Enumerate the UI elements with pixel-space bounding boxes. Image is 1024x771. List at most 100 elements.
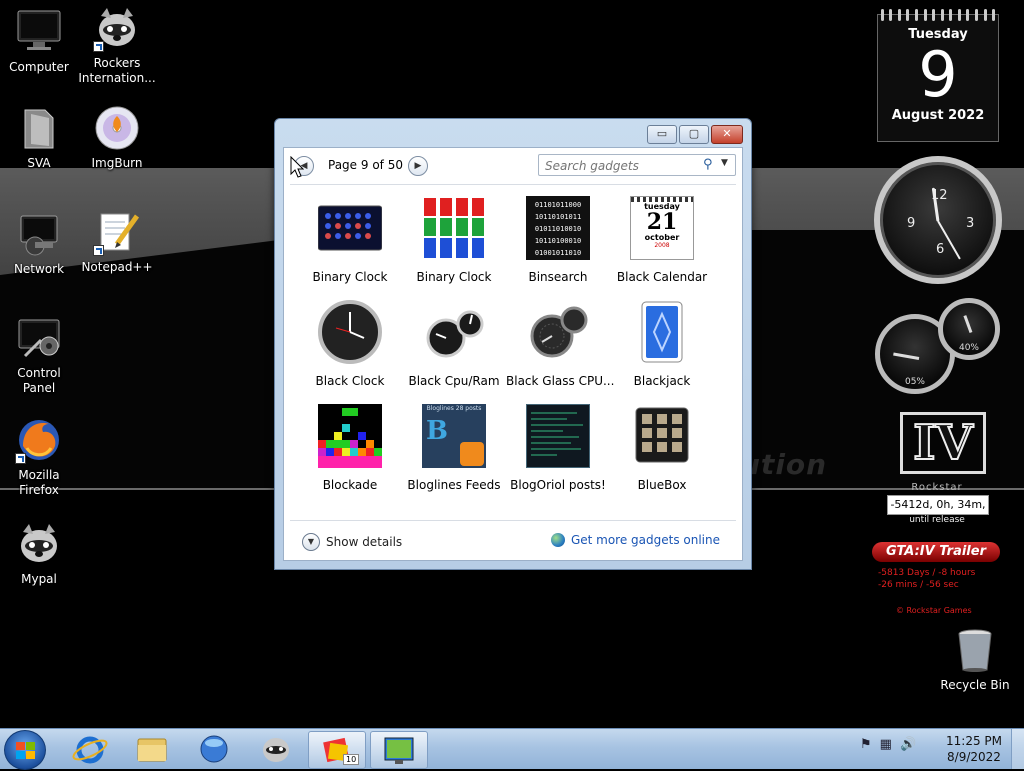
minimize-button[interactable]: ▭ — [647, 125, 677, 144]
desktop-icon-sva[interactable]: SVA — [0, 104, 78, 171]
volume-icon[interactable]: 🔊 — [900, 737, 916, 752]
control-panel-icon — [15, 314, 63, 362]
calendar-thumb-num: 21 — [646, 209, 678, 235]
recycle-bin-icon — [951, 626, 999, 674]
show-details-button[interactable]: ▼ Show details — [302, 533, 402, 551]
disc-burn-icon — [93, 104, 141, 152]
desktop-icon-imgburn[interactable]: ImgBurn — [78, 104, 156, 171]
notepad-icon — [93, 208, 141, 256]
desktop-icon-label: ImgBurn — [91, 156, 143, 170]
gadget-tile[interactable]: Bloglines 28 posts B Bloglines Feeds — [402, 404, 506, 504]
desktop-icon-label: Mypal — [21, 572, 57, 586]
gadget-tile[interactable]: BlueBox — [610, 404, 714, 504]
desktop-icon-label: Mozilla Firefox — [18, 468, 60, 497]
bloglines-b-icon: B — [426, 416, 448, 446]
taskbar-gadgets[interactable] — [370, 731, 428, 769]
system-tray: ⚑ ▦ 🔊 — [860, 737, 916, 752]
gadget-tile[interactable]: 01101011000 10110101011 01011010010 1011… — [506, 196, 610, 296]
search-icon[interactable]: ⚲ — [703, 157, 713, 172]
gadget-label: Binsearch — [528, 270, 588, 284]
desktop-icon-label: Rockers Internation... — [78, 56, 156, 85]
desktop-icon-recycle-bin[interactable]: Recycle Bin — [936, 626, 1014, 693]
taskbar: 10 ⚑ ▦ 🔊 11:25 PM 8/9/2022 — [0, 728, 1024, 770]
gadget-label: Blockade — [322, 478, 378, 492]
get-more-gadgets-link[interactable]: Get more gadgets online — [550, 533, 720, 547]
search-gadgets-input[interactable] — [543, 156, 697, 175]
gadgets-icon — [384, 737, 414, 764]
raccoon-icon — [15, 520, 63, 568]
gadget-label: Black Glass CPU... — [506, 374, 615, 388]
desktop-icon-computer[interactable]: Computer — [0, 8, 78, 75]
taskbar-clock[interactable]: 11:25 PM 8/9/2022 — [938, 733, 1010, 765]
gallery-bottom-bar: ▼ Show details Get more gadgets online — [284, 520, 742, 560]
page-indicator: Page 9 of 50 — [328, 158, 403, 172]
gadget-tile[interactable]: BlogOriol posts! — [506, 404, 610, 504]
desktop-icon-control-panel[interactable]: Control Panel — [0, 314, 78, 396]
mouse-cursor-icon — [290, 156, 304, 178]
desktop-icon-notepadpp[interactable]: Notepad++ — [78, 208, 156, 275]
gta-trailer-button[interactable]: GTA:IV Trailer — [872, 542, 1000, 562]
chevron-right-icon: ▶ — [414, 161, 422, 171]
internet-explorer-icon — [72, 736, 108, 764]
cpu-percent: 05% — [904, 377, 925, 387]
raccoon-icon — [93, 4, 141, 52]
desktop-icon-label: Control Panel — [17, 366, 61, 395]
gta-iv-logo[interactable]: IV — [900, 412, 986, 474]
binsearch-digits: 10110100010 — [534, 237, 582, 245]
close-button[interactable]: ✕ — [711, 125, 743, 144]
chevron-down-icon[interactable]: ▼ — [721, 158, 728, 168]
taskbar-mypal[interactable] — [248, 731, 304, 767]
binsearch-digits: 01001011010 — [534, 249, 582, 257]
blockade-thumbnail — [318, 404, 382, 468]
taskbar-time: 11:25 PM — [946, 734, 1002, 748]
gadget-tile[interactable]: Black Clock — [298, 300, 402, 400]
shortcut-arrow-icon — [15, 453, 26, 464]
desktop-icon-mypal[interactable]: Mypal — [0, 520, 78, 587]
taskbar-app-pinned[interactable]: 10 — [308, 731, 366, 769]
gta-brand: Rockstar — [911, 482, 963, 493]
blogoriol-thumbnail — [526, 404, 590, 468]
gadget-label: Binary Clock — [312, 270, 388, 284]
gadget-tile[interactable]: Black Glass CPU... — [506, 300, 615, 400]
desktop-icon-label: Notepad++ — [81, 260, 153, 274]
gadget-tile[interactable]: Black Cpu/Ram — [402, 300, 506, 400]
desktop-icon-network[interactable]: Network — [0, 210, 78, 277]
start-button[interactable] — [4, 730, 46, 770]
next-page-button[interactable]: ▶ — [408, 156, 428, 176]
taskbar-media[interactable] — [186, 731, 242, 767]
taskbar-explorer[interactable] — [124, 731, 180, 767]
maximize-button[interactable]: ▢ — [679, 125, 709, 144]
glass-cpu-thumbnail — [526, 300, 590, 364]
gadget-tile[interactable]: Binary Clock — [298, 196, 402, 296]
blackjack-thumbnail — [630, 300, 694, 364]
search-gadgets-box[interactable]: ⚲ ▼ — [538, 154, 736, 176]
gadget-tile[interactable]: Blackjack — [610, 300, 714, 400]
gadget-label: Binary Clock — [416, 270, 492, 284]
calendar-month-year: August 2022 — [891, 108, 985, 123]
desktop-icon-firefox[interactable]: Mozilla Firefox — [0, 416, 78, 498]
black-clock-thumbnail — [318, 300, 382, 364]
show-desktop-button[interactable] — [1011, 729, 1024, 769]
binsearch-digits: 01101011000 — [534, 201, 582, 209]
calendar-thumbnail: tuesday 21 october 2008 — [630, 196, 694, 260]
show-details-label: Show details — [326, 535, 403, 549]
clock-number-6: 6 — [936, 242, 945, 257]
desktop-icon-label: SVA — [27, 156, 51, 170]
gadget-tile[interactable]: tuesday 21 october 2008 Black Calendar — [610, 196, 714, 296]
taskbar-internet-explorer[interactable] — [62, 731, 118, 767]
gta-countdown: -5412d, 0h, 34m, 4s — [887, 495, 989, 529]
gadget-gallery-window[interactable]: ▭ ▢ ✕ ◀ Page 9 of 50 ▶ ⚲ ▼ — [274, 118, 752, 570]
ram-meter-gadget[interactable]: 40% — [938, 298, 1000, 360]
wallpaper-text: ution — [740, 448, 828, 481]
desktop-icon-rockers[interactable]: Rockers Internation... — [78, 4, 156, 86]
calendar-thumb-year: 2008 — [654, 242, 670, 249]
network-status-icon[interactable]: ▦ — [880, 737, 892, 752]
clock-gadget[interactable]: 12 3 6 9 — [874, 156, 1002, 284]
gadget-label: Black Cpu/Ram — [408, 374, 500, 388]
action-center-flag-icon[interactable]: ⚑ — [860, 737, 872, 752]
gadget-tile[interactable]: Blockade — [298, 404, 402, 504]
ram-needle — [963, 315, 973, 334]
clock-number-9: 9 — [907, 216, 916, 231]
gadget-tile[interactable]: Binary Clock — [402, 196, 506, 296]
calendar-gadget[interactable]: Tuesday 9 August 2022 — [877, 9, 999, 142]
